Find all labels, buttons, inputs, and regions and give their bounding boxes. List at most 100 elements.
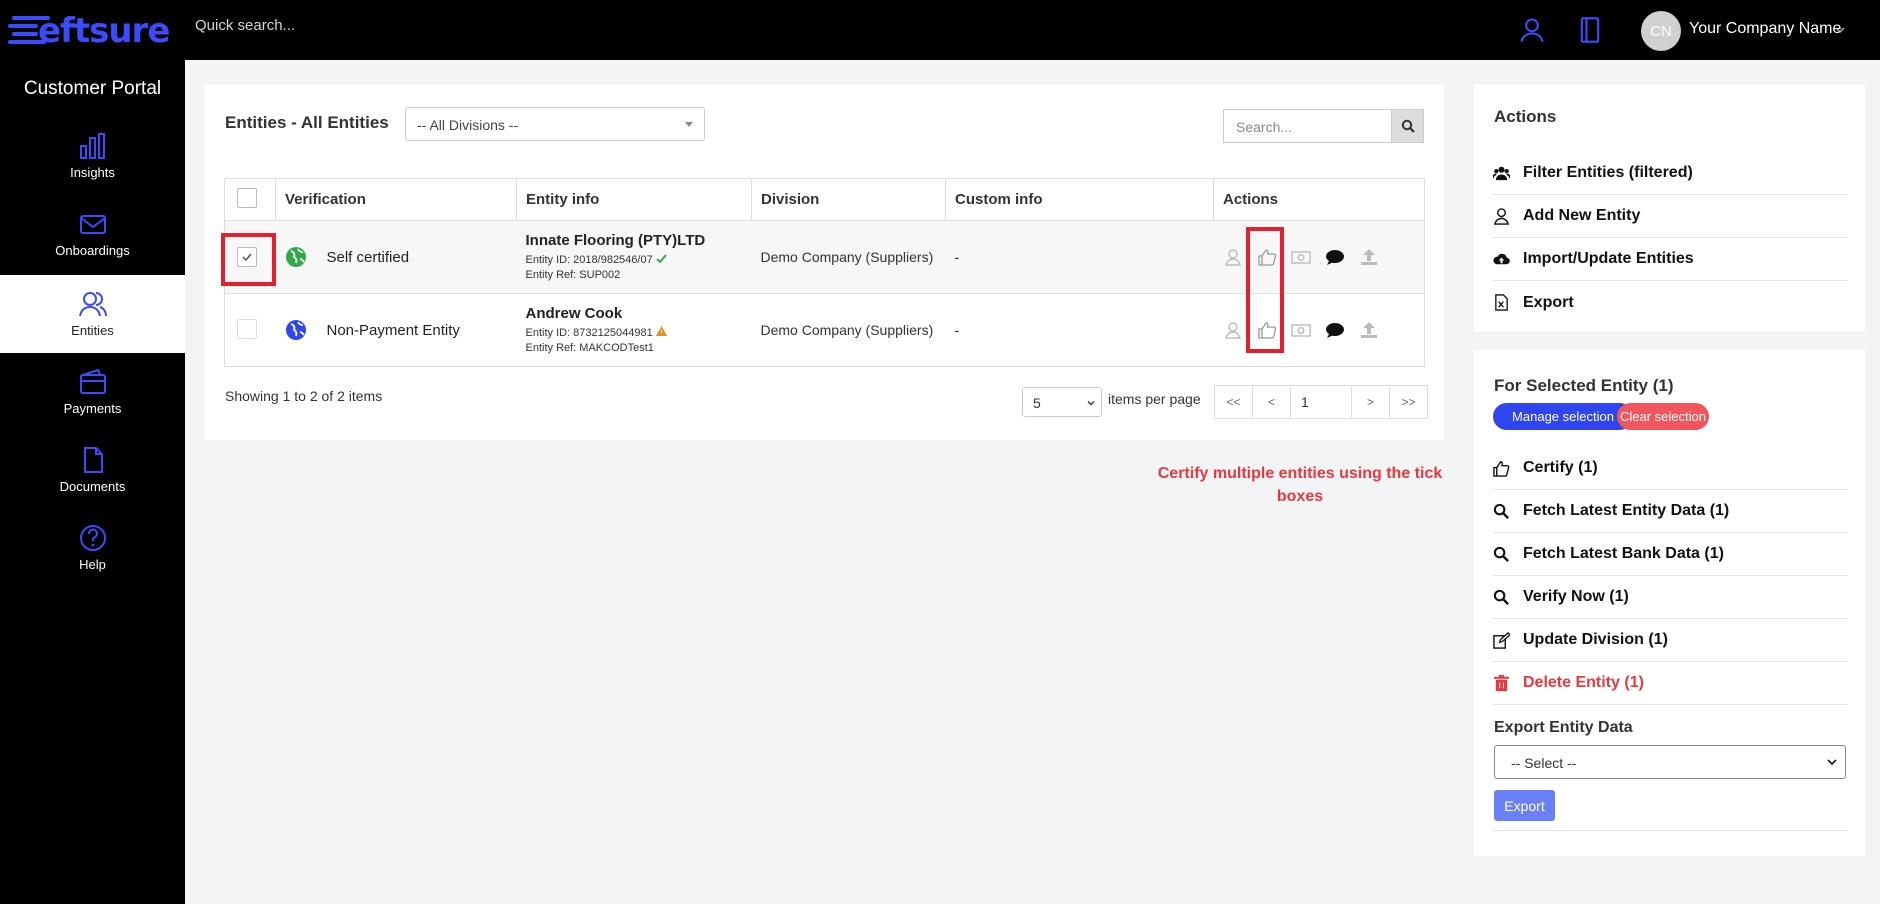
- per-page-select[interactable]: 5: [1022, 387, 1102, 417]
- last-page-button[interactable]: >>: [1389, 385, 1428, 419]
- export-select-value: -- Select --: [1511, 755, 1577, 771]
- actions-panel: Actions Filter Entities (filtered) Add N…: [1474, 85, 1865, 331]
- assign-user-icon[interactable]: [1223, 248, 1243, 266]
- import-update-entities-action[interactable]: Import/Update Entities: [1493, 238, 1848, 281]
- sidebar-item-label: Onboardings: [55, 243, 130, 258]
- instruction-text: Certify multiple entities using the tick…: [1150, 462, 1450, 508]
- sidebar-item-onboardings[interactable]: Onboardings: [0, 195, 185, 273]
- upload-icon[interactable]: [1359, 248, 1379, 266]
- action-label: Export: [1523, 293, 1574, 311]
- user-icon: [1493, 207, 1510, 225]
- search-button[interactable]: [1391, 109, 1424, 143]
- column-header-verification[interactable]: Verification: [275, 178, 517, 221]
- pagination-summary: Showing 1 to 2 of 2 items: [225, 388, 383, 404]
- payment-icon[interactable]: [1290, 321, 1311, 339]
- table-header-row: Verification Entity info Division Custom…: [224, 178, 1425, 221]
- clear-selection-button[interactable]: Clear selection: [1617, 403, 1709, 430]
- per-page-value: 5: [1033, 395, 1041, 411]
- document-icon: [83, 447, 103, 473]
- custom-info-cell: -: [945, 220, 1214, 294]
- filter-entities-action[interactable]: Filter Entities (filtered): [1493, 152, 1848, 195]
- entities-table: Verification Entity info Division Custom…: [224, 178, 1425, 367]
- top-bar: eftsure Quick search... CN Your Company …: [0, 0, 1880, 60]
- certify-column-highlight: [1246, 227, 1284, 353]
- verify-now-action[interactable]: Verify Now (1): [1493, 576, 1848, 619]
- thumbs-up-icon: [1493, 460, 1510, 477]
- sidebar-item-entities[interactable]: Entities: [0, 275, 185, 353]
- select-all-checkbox[interactable]: [237, 187, 257, 208]
- column-header-actions: Actions: [1213, 178, 1425, 221]
- logo-text: eftsure: [38, 11, 170, 51]
- quick-search-input[interactable]: Quick search...: [195, 17, 295, 34]
- row-checkbox[interactable]: [237, 318, 257, 339]
- sidebar-item-insights[interactable]: Insights: [0, 117, 185, 195]
- user-icon[interactable]: [1518, 16, 1546, 44]
- entity-info-cell: Andrew Cook Entity ID: 8732125044981 Ent…: [516, 293, 752, 367]
- delete-entity-action[interactable]: Delete Entity (1): [1493, 662, 1848, 705]
- sidebar: Customer Portal Insights Onboardings Ent…: [0, 60, 185, 904]
- assign-user-icon[interactable]: [1223, 321, 1243, 339]
- fetch-entity-data-action[interactable]: Fetch Latest Entity Data (1): [1493, 490, 1848, 533]
- certify-action[interactable]: Certify (1): [1493, 447, 1848, 490]
- manage-selection-button[interactable]: Manage selection: [1493, 403, 1633, 430]
- instruction-line-2: boxes: [1276, 488, 1324, 505]
- payment-icon[interactable]: [1290, 248, 1311, 266]
- column-header-custom-info[interactable]: Custom info: [945, 178, 1214, 221]
- pagination: << < 1 > >>: [1214, 385, 1428, 419]
- chevron-down-icon[interactable]: [1834, 24, 1846, 36]
- select-all-cell[interactable]: [224, 178, 276, 221]
- edit-icon: [1493, 631, 1510, 649]
- table-row[interactable]: Self certified Innate Flooring (PTY)LTD …: [224, 220, 1425, 294]
- entity-name[interactable]: Andrew Cook: [526, 305, 752, 322]
- division-cell: Demo Company (Suppliers): [751, 220, 946, 294]
- avatar[interactable]: CN: [1641, 11, 1681, 51]
- add-new-entity-action[interactable]: Add New Entity: [1493, 195, 1848, 238]
- action-label: Add New Entity: [1523, 207, 1641, 224]
- entity-info-cell: Innate Flooring (PTY)LTD Entity ID: 2018…: [516, 220, 752, 294]
- row-select-cell[interactable]: [224, 293, 276, 367]
- update-division-action[interactable]: Update Division (1): [1493, 619, 1848, 662]
- action-label: Delete Entity (1): [1523, 674, 1644, 691]
- division-select[interactable]: -- All Divisions --: [405, 107, 705, 141]
- verification-label: Non-Payment Entity: [326, 321, 460, 339]
- company-name[interactable]: Your Company Name: [1689, 20, 1841, 38]
- entity-id: Entity ID: 2018/982546/07: [525, 253, 653, 266]
- sidebar-item-payments[interactable]: Payments: [0, 353, 185, 431]
- action-label: Filter Entities (filtered): [1523, 164, 1693, 181]
- custom-info-cell: -: [945, 293, 1214, 367]
- action-label: Verify Now (1): [1523, 588, 1629, 605]
- sidebar-item-help[interactable]: Help: [0, 509, 185, 587]
- comment-icon[interactable]: [1325, 321, 1345, 339]
- export-action[interactable]: Export: [1493, 281, 1848, 324]
- fetch-bank-data-action[interactable]: Fetch Latest Bank Data (1): [1493, 533, 1848, 576]
- entity-name[interactable]: Innate Flooring (PTY)LTD: [526, 232, 752, 249]
- checkbox-highlight: [221, 233, 276, 286]
- sidebar-item-label: Help: [79, 557, 106, 572]
- next-page-button[interactable]: >: [1351, 385, 1390, 419]
- wallet-icon: [79, 368, 106, 394]
- upload-icon[interactable]: [1359, 321, 1379, 339]
- book-icon[interactable]: [1576, 16, 1604, 44]
- column-header-division[interactable]: Division: [751, 178, 946, 221]
- first-page-button[interactable]: <<: [1214, 385, 1253, 419]
- export-entity-data-label: Export Entity Data: [1494, 719, 1633, 736]
- entity-search-input[interactable]: Search...: [1223, 109, 1391, 143]
- action-label: Fetch Latest Entity Data (1): [1523, 502, 1730, 519]
- page-number-input[interactable]: 1: [1290, 385, 1352, 419]
- sidebar-item-label: Insights: [70, 165, 115, 180]
- logo-mark: [8, 14, 50, 48]
- sidebar-item-label: Documents: [59, 479, 126, 494]
- sidebar-item-documents[interactable]: Documents: [0, 431, 185, 509]
- eftsure-logo[interactable]: eftsure: [8, 10, 176, 52]
- export-button[interactable]: Export: [1494, 790, 1555, 821]
- chevron-down-icon: [1087, 401, 1095, 406]
- column-header-entity-info[interactable]: Entity info: [516, 178, 752, 221]
- division-cell: Demo Company (Suppliers): [751, 293, 946, 367]
- comment-icon[interactable]: [1325, 248, 1345, 266]
- verified-check-icon: [656, 253, 667, 263]
- envelope-icon: [79, 215, 106, 234]
- prev-page-button[interactable]: <: [1252, 385, 1291, 419]
- table-row[interactable]: Non-Payment Entity Andrew Cook Entity ID…: [224, 293, 1425, 367]
- action-label: Certify (1): [1523, 459, 1598, 476]
- export-format-select[interactable]: -- Select --: [1494, 745, 1846, 779]
